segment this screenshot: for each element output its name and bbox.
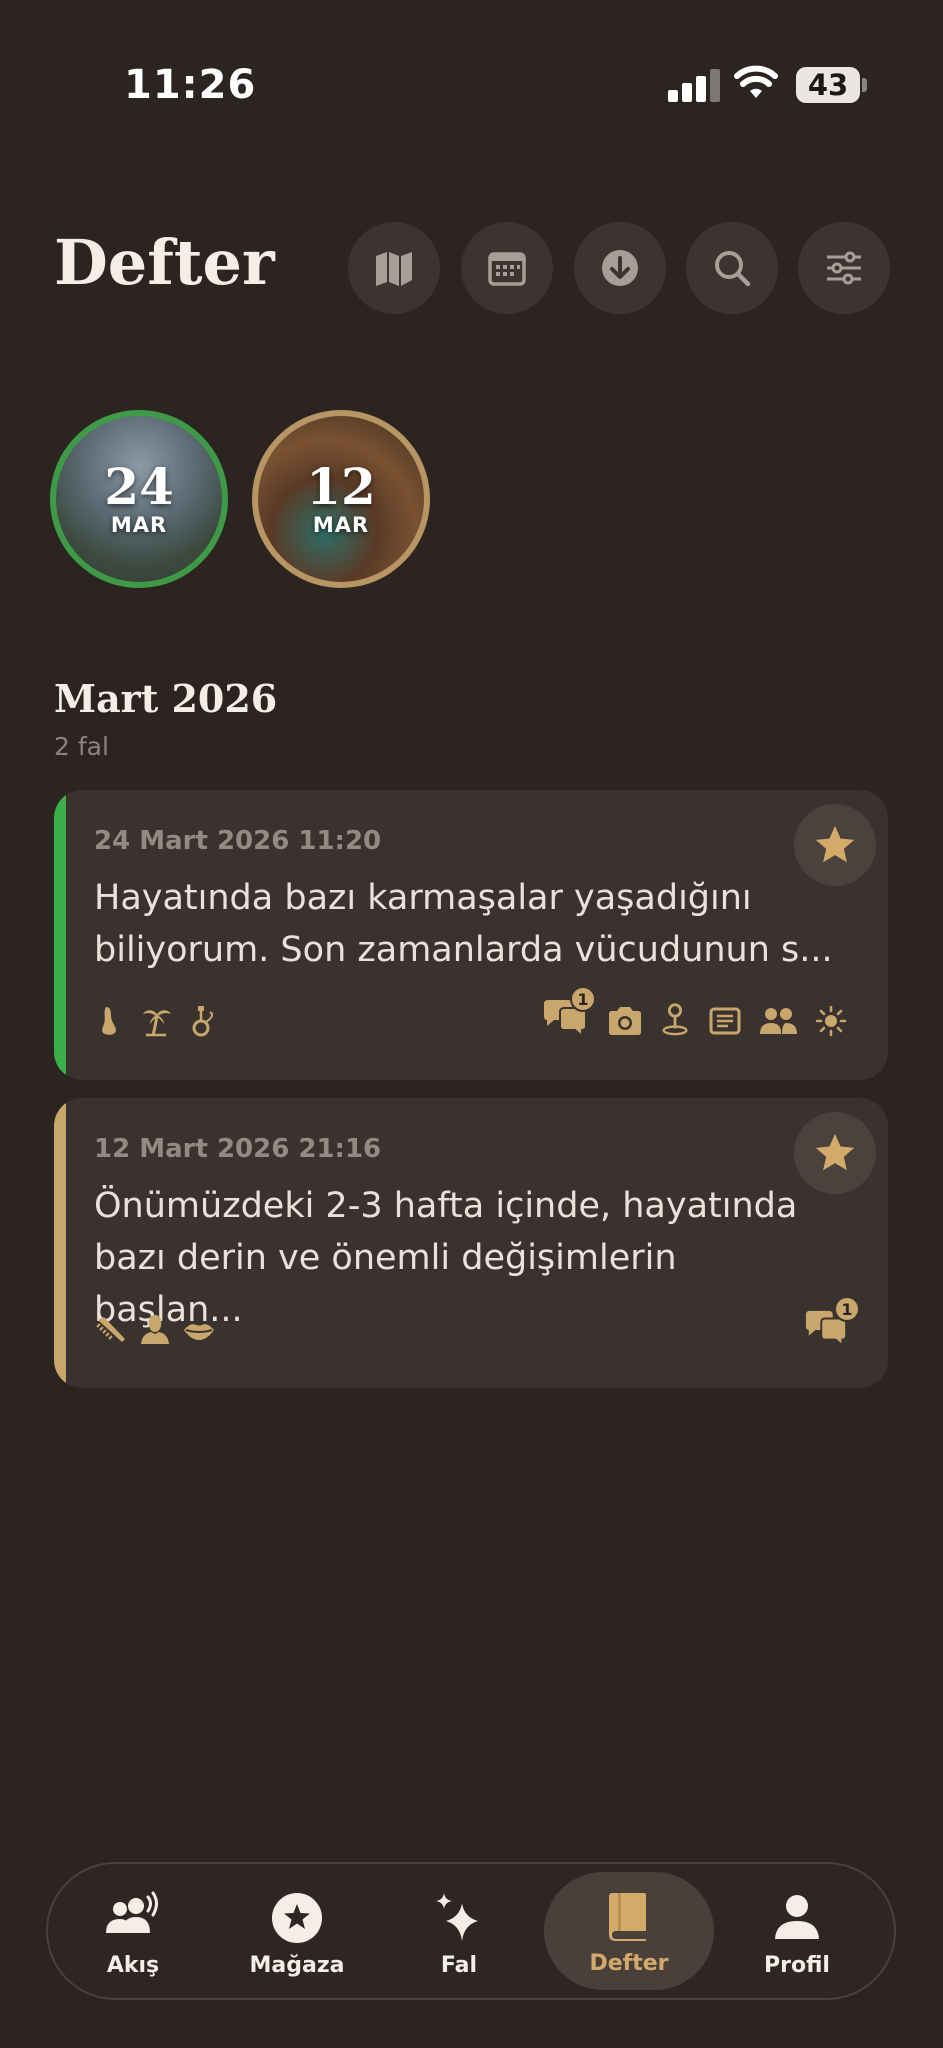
filter-button[interactable] bbox=[798, 222, 890, 314]
people-broadcast-icon bbox=[106, 1891, 158, 1933]
fortune-card[interactable]: 12 Mart 2026 21:16 Önümüzdeki 2-3 hafta … bbox=[54, 1098, 888, 1388]
download-icon bbox=[602, 250, 638, 286]
nav-item-profil[interactable]: Profil bbox=[712, 1864, 882, 2002]
fortune-card[interactable]: 24 Mart 2026 11:20 Hayatında bazı karmaş… bbox=[54, 790, 888, 1080]
search-icon bbox=[715, 251, 751, 287]
bottom-nav: Akış Mağaza Fal Defter Profil bbox=[46, 1862, 896, 2000]
star-icon bbox=[815, 825, 855, 863]
story-day: 12 bbox=[306, 457, 376, 516]
hookah-icon bbox=[184, 1004, 218, 1038]
comment-count-badge: 1 bbox=[570, 986, 596, 1012]
camera-icon bbox=[606, 1004, 644, 1038]
book-icon bbox=[609, 1892, 646, 1941]
nav-label: Mağaza bbox=[249, 1952, 345, 1978]
location-pin-icon bbox=[658, 1002, 692, 1036]
nav-label: Defter bbox=[589, 1950, 669, 1976]
story-month: MAR bbox=[110, 513, 168, 537]
story-day: 24 bbox=[104, 457, 174, 516]
calendar-button[interactable] bbox=[461, 222, 553, 314]
story-month: MAR bbox=[312, 513, 370, 537]
favorite-button[interactable] bbox=[794, 1112, 876, 1194]
calendar-icon bbox=[488, 252, 526, 286]
nav-label: Profil bbox=[764, 1952, 830, 1978]
download-button[interactable] bbox=[574, 222, 666, 314]
section-title: Mart 2026 bbox=[54, 676, 278, 721]
story-circle[interactable]: 24 MAR bbox=[50, 410, 228, 588]
status-time: 11:26 bbox=[124, 62, 257, 108]
card-date: 12 Mart 2026 21:16 bbox=[94, 1134, 382, 1164]
palm-tree-icon bbox=[140, 1004, 174, 1038]
search-button[interactable] bbox=[686, 222, 778, 314]
card-accent-bar bbox=[54, 1098, 66, 1388]
comb-icon bbox=[94, 1314, 128, 1348]
sliders-icon bbox=[827, 251, 861, 285]
card-text: Hayatında bazı karmaşalar yaşadığını bil… bbox=[94, 878, 833, 970]
card-accent-bar bbox=[54, 790, 66, 1080]
cellular-signal-icon bbox=[668, 68, 720, 102]
section-count: 2 fal bbox=[54, 732, 109, 761]
note-icon bbox=[708, 1004, 742, 1038]
nav-item-akis[interactable]: Akış bbox=[48, 1864, 218, 2002]
nav-label: Akış bbox=[106, 1952, 160, 1978]
comment-count-badge: 1 bbox=[834, 1296, 860, 1322]
nav-item-defter[interactable]: Defter bbox=[544, 1872, 714, 1990]
star-icon bbox=[815, 1133, 855, 1171]
map-button[interactable] bbox=[348, 222, 440, 314]
comments-indicator[interactable]: 1 bbox=[542, 986, 596, 1042]
card-date: 24 Mart 2026 11:20 bbox=[94, 826, 382, 856]
foot-icon bbox=[94, 1004, 128, 1038]
battery-nub bbox=[862, 78, 867, 92]
map-icon bbox=[376, 252, 412, 286]
person-icon bbox=[775, 1894, 819, 1939]
nav-item-fal[interactable]: Fal bbox=[374, 1864, 544, 2002]
star-badge-icon bbox=[272, 1892, 322, 1943]
page-title: Defter bbox=[54, 226, 275, 299]
sun-icon bbox=[814, 1004, 848, 1038]
battery-indicator: 43 bbox=[796, 67, 860, 103]
card-text: Önümüzdeki 2-3 hafta içinde, hayatında b… bbox=[94, 1186, 798, 1330]
story-circle[interactable]: 12 MAR bbox=[252, 410, 430, 588]
wifi-icon bbox=[734, 64, 778, 102]
person-bust-icon bbox=[138, 1312, 172, 1346]
lips-icon bbox=[182, 1314, 216, 1348]
people-icon bbox=[758, 1004, 798, 1038]
favorite-button[interactable] bbox=[794, 804, 876, 886]
nav-label: Fal bbox=[440, 1952, 478, 1978]
sparkles-icon bbox=[436, 1892, 478, 1941]
comments-indicator[interactable]: 1 bbox=[804, 1296, 860, 1352]
nav-item-magaza[interactable]: Mağaza bbox=[212, 1864, 382, 2002]
